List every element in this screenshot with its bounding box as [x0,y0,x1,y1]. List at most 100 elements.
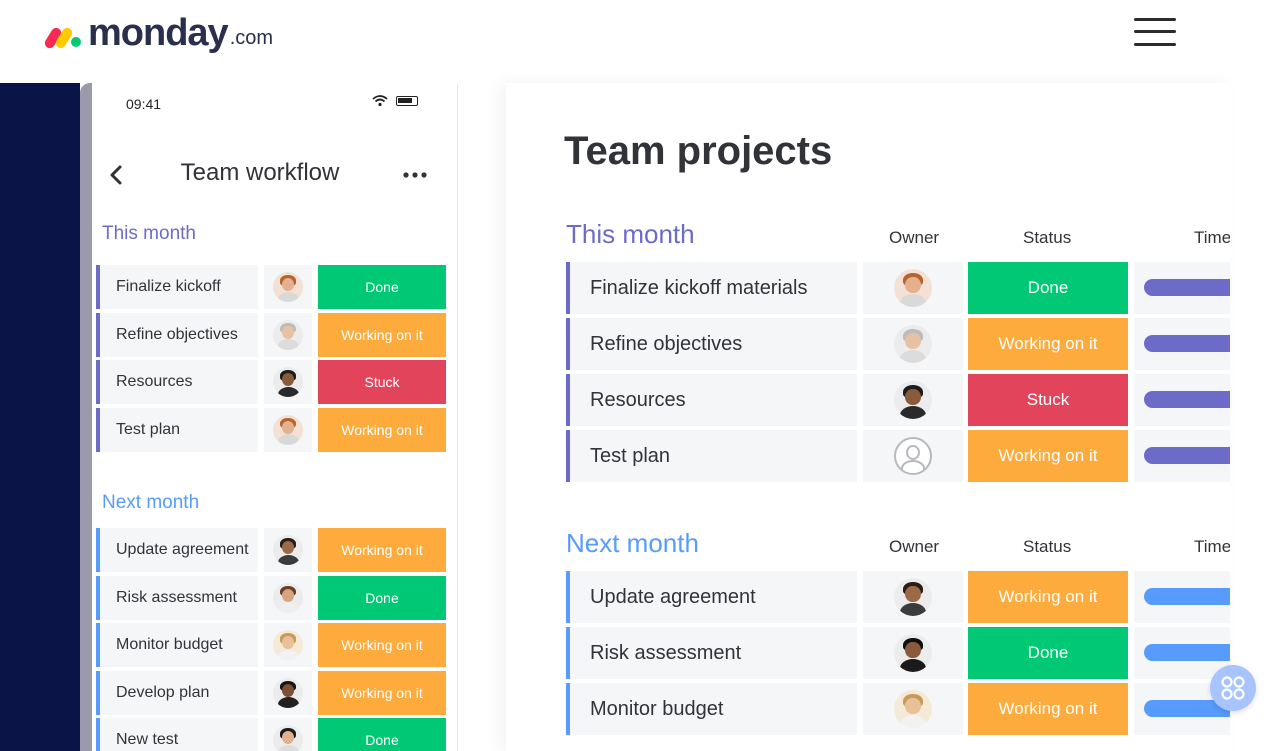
item-name[interactable]: Monitor budget [96,623,258,667]
item-name[interactable]: Refine objectives [566,318,857,370]
hamburger-menu-icon[interactable] [1134,16,1176,48]
mobile-item-refine-objectives[interactable]: Refine objectives Working on it [96,312,446,357]
status-working[interactable]: Working on it [968,571,1128,623]
status-working[interactable]: Working on it [968,683,1128,735]
owner-cell[interactable] [264,670,312,715]
timeline-cell[interactable] [1134,571,1230,623]
status-done[interactable]: Done [318,718,446,751]
page-root: monday .com 09:41 Team workflow This mon… [0,0,1280,751]
owner-avatar[interactable] [273,414,303,445]
status-stuck[interactable]: Stuck [968,374,1128,426]
status-done[interactable]: Done [318,265,446,309]
status-working[interactable]: Working on it [318,670,446,715]
board-item-risk-assessment[interactable]: Risk assessment Done [566,627,1230,679]
board-title: Team projects [564,129,833,173]
timeline-cell[interactable] [1134,374,1230,426]
item-name[interactable]: Update agreement [566,571,857,623]
mobile-item-update-agreement[interactable]: Update agreement Working on it [96,528,446,572]
owner-avatar[interactable] [894,578,932,616]
more-horizontal-icon[interactable] [402,157,428,190]
owner-cell[interactable] [863,571,963,623]
owner-avatar[interactable] [894,325,932,363]
mobile-item-test-plan[interactable]: Test plan Working on it [96,407,446,452]
board-item-update-agreement[interactable]: Update agreement Working on it [566,571,1230,623]
owner-cell[interactable] [863,262,963,314]
owner-avatar[interactable] [273,272,303,302]
dark-background-band [0,83,80,751]
owner-avatar[interactable] [894,381,932,419]
board-item-resources[interactable]: Resources Stuck [566,374,1230,426]
board-item-finalize-kickoff-materials[interactable]: Finalize kickoff materials Done [566,262,1230,314]
status-working[interactable]: Working on it [968,430,1128,482]
owner-cell[interactable] [863,683,963,735]
item-name[interactable]: Risk assessment [566,627,857,679]
status-working[interactable]: Working on it [318,623,446,667]
timeline-column-header: Time [1194,537,1230,556]
owner-cell[interactable] [264,718,312,751]
owner-cell[interactable] [264,360,312,404]
owner-cell[interactable] [264,407,312,452]
owner-cell[interactable] [264,575,312,620]
empty-avatar-icon[interactable] [894,437,932,475]
owner-cell[interactable] [863,318,963,370]
timeline-bar [1144,447,1230,464]
phone-screen: 09:41 Team workflow This month Finalize k… [92,83,458,751]
mobile-item-risk-assessment[interactable]: Risk assessment Done [96,575,446,620]
timeline-bar [1144,391,1230,408]
owner-avatar[interactable] [894,690,932,728]
status-done[interactable]: Done [318,575,446,620]
board-item-test-plan[interactable]: Test plan Working on it [566,430,1230,482]
status-done[interactable]: Done [968,262,1128,314]
owner-column-header: Owner [889,228,940,247]
owner-avatar[interactable] [273,319,303,350]
item-name[interactable]: Risk assessment [96,575,258,620]
status-column-header: Status [1023,228,1072,247]
mobile-item-develop-plan[interactable]: Develop plan Working on it [96,670,446,715]
owner-avatar[interactable] [894,634,932,672]
item-name[interactable]: Resources [96,360,258,404]
owner-cell[interactable] [863,374,963,426]
board-item-monitor-budget[interactable]: Monitor budget Working on it [566,683,1230,735]
owner-avatar[interactable] [894,269,932,307]
board-item-refine-objectives[interactable]: Refine objectives Working on it [566,318,1230,370]
item-name[interactable]: New test [96,718,258,751]
item-name[interactable]: Finalize kickoff materials [566,262,857,314]
item-name[interactable]: Develop plan [96,670,258,715]
owner-cell[interactable] [264,265,312,309]
timeline-bar [1144,335,1230,352]
owner-cell[interactable] [264,312,312,357]
timeline-cell[interactable] [1134,262,1230,314]
owner-avatar[interactable] [273,535,303,565]
item-name[interactable]: Test plan [96,407,258,452]
item-name[interactable]: Monitor budget [566,683,857,735]
item-name[interactable]: Test plan [566,430,857,482]
item-name[interactable]: Finalize kickoff [96,265,258,309]
item-name[interactable]: Resources [566,374,857,426]
owner-cell[interactable] [264,528,312,572]
timeline-cell[interactable] [1134,318,1230,370]
mobile-item-resources[interactable]: Resources Stuck [96,360,446,404]
mobile-item-new-test[interactable]: New test Done [96,718,446,751]
mobile-item-monitor-budget[interactable]: Monitor budget Working on it [96,623,446,667]
owner-avatar[interactable] [273,630,303,660]
status-working[interactable]: Working on it [318,312,446,357]
status-stuck[interactable]: Stuck [318,360,446,404]
timeline-cell[interactable] [1134,430,1230,482]
status-working[interactable]: Working on it [318,528,446,572]
owner-avatar[interactable] [273,582,303,613]
owner-cell[interactable] [863,627,963,679]
status-working[interactable]: Working on it [968,318,1128,370]
owner-cell[interactable] [863,430,963,482]
status-working[interactable]: Working on it [318,407,446,452]
mobile-item-finalize-kickoff[interactable]: Finalize kickoff Done [96,265,446,309]
owner-avatar[interactable] [273,725,303,751]
status-done[interactable]: Done [968,627,1128,679]
owner-avatar[interactable] [273,677,303,708]
apps-grid-icon[interactable] [1210,665,1256,711]
owner-cell[interactable] [264,623,312,667]
phone-title: Team workflow [180,159,340,186]
item-name[interactable]: Refine objectives [96,312,258,357]
monday-logo[interactable]: monday .com [42,12,273,55]
item-name[interactable]: Update agreement [96,528,258,572]
owner-avatar[interactable] [273,367,303,397]
